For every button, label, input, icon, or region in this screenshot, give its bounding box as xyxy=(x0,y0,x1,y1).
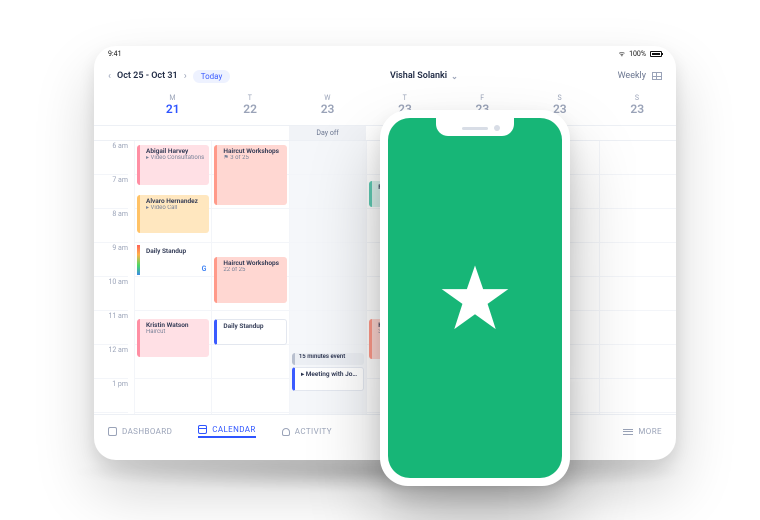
hour-label: 6 am xyxy=(94,141,128,175)
view-grid-icon[interactable] xyxy=(652,72,662,80)
dow-label: S xyxy=(521,94,598,102)
hamburger-icon xyxy=(623,429,633,435)
chevron-down-icon: ⌄ xyxy=(451,72,458,81)
tab-calendar[interactable]: CALENDAR xyxy=(198,425,256,438)
event-class[interactable]: Haircut Workshops 22 of 25 xyxy=(214,257,286,303)
event-meeting[interactable]: ▸ Meeting with Jo… xyxy=(292,367,364,391)
hour-label: 9 am xyxy=(94,243,128,277)
dow-label: W xyxy=(289,94,366,102)
wifi-percent: 100% xyxy=(629,50,646,58)
day-header-mon[interactable]: M 21 xyxy=(134,90,211,125)
day-column-sun[interactable] xyxy=(599,141,676,414)
dow-label: M xyxy=(134,94,211,102)
tab-label: CALENDAR xyxy=(212,425,256,434)
phone-notch xyxy=(436,118,514,136)
next-week-button[interactable]: › xyxy=(184,71,187,82)
day-column-wed[interactable]: 15 minutes event ▸ Meeting with Jo… xyxy=(289,141,366,414)
calendar-icon xyxy=(198,425,207,434)
user-name: Vishal Solanki xyxy=(390,71,447,81)
view-mode-label[interactable]: Weekly xyxy=(618,71,646,81)
tab-label: MORE xyxy=(638,427,662,436)
bell-icon xyxy=(282,428,290,436)
event-google[interactable]: Daily Standup G xyxy=(137,245,209,275)
phone-screen xyxy=(388,118,562,478)
dow-label: T xyxy=(211,94,288,102)
event-title: Daily Standup xyxy=(146,248,205,255)
event-title: Abigail Harvey xyxy=(146,148,205,155)
hour-label: 10 am xyxy=(94,277,128,311)
day-header-tue[interactable]: T 22 xyxy=(211,90,288,125)
event-title: Daily Standup xyxy=(223,323,281,330)
prev-week-button[interactable]: ‹ xyxy=(108,71,111,82)
event-short[interactable]: 15 minutes event xyxy=(292,353,364,365)
event-appointment[interactable]: Kristin Watson Haircut xyxy=(137,319,209,357)
time-gutter: 6 am 7 am 8 am 9 am 10 am 11 am 12 am 1 … xyxy=(94,141,134,414)
day-number: 21 xyxy=(134,102,211,116)
event-title: 15 minutes event xyxy=(299,354,360,361)
event-meta: ⚑ 3 of 25 xyxy=(223,155,282,162)
day-number: 22 xyxy=(211,102,288,116)
day-number: 23 xyxy=(599,102,676,116)
event-title: Haircut Workshops xyxy=(223,148,282,155)
event-meta: ▸ Video Call xyxy=(146,205,205,212)
event-title: Haircut Workshops xyxy=(223,260,282,267)
top-bar: ‹ Oct 25 - Oct 31 › Today Vishal Solanki… xyxy=(94,62,676,90)
day-column-mon[interactable]: Abigail Harvey ▸ Video Consultations Alv… xyxy=(134,141,211,414)
event-class[interactable]: Haircut Workshops ⚑ 3 of 25 xyxy=(214,145,286,205)
event-title: Alvaro Hernandez xyxy=(146,198,205,205)
status-bar: 9:41 ᯤ 100% xyxy=(94,46,676,62)
event-meeting[interactable]: Daily Standup xyxy=(214,319,286,345)
day-header-wed[interactable]: W 23 xyxy=(289,90,366,125)
event-title: ▸ Meeting with Jo… xyxy=(301,371,359,378)
tab-more[interactable]: MORE xyxy=(623,427,662,436)
phone-frame xyxy=(380,110,570,486)
dow-label: S xyxy=(599,94,676,102)
tab-activity[interactable]: ACTIVITY xyxy=(282,427,332,436)
tab-dashboard[interactable]: DASHBOARD xyxy=(108,427,172,436)
hour-label: 1 pm xyxy=(94,379,128,413)
day-number: 23 xyxy=(289,102,366,116)
status-time: 9:41 xyxy=(108,50,122,58)
star-icon xyxy=(438,261,512,335)
hour-label: 11 am xyxy=(94,311,128,345)
event-meta: Haircut xyxy=(146,329,205,336)
date-range-label[interactable]: Oct 25 - Oct 31 xyxy=(117,71,178,81)
event-meta: ▸ Video Consultations xyxy=(146,155,205,162)
day-header-sun[interactable]: S 23 xyxy=(599,90,676,125)
day-column-tue[interactable]: Haircut Workshops ⚑ 3 of 25 Haircut Work… xyxy=(211,141,288,414)
tab-label: DASHBOARD xyxy=(122,427,172,436)
event-meta: 22 of 25 xyxy=(223,267,282,274)
battery-icon xyxy=(650,51,662,57)
tab-label: ACTIVITY xyxy=(295,427,332,436)
dow-label: F xyxy=(444,94,521,102)
dow-label: T xyxy=(366,94,443,102)
today-button[interactable]: Today xyxy=(193,70,231,83)
event-title: Kristin Watson xyxy=(146,322,205,329)
event-appointment[interactable]: Abigail Harvey ▸ Video Consultations xyxy=(137,145,209,185)
event-appointment[interactable]: Alvaro Hernandez ▸ Video Call xyxy=(137,195,209,233)
user-selector[interactable]: Vishal Solanki ⌄ xyxy=(390,71,458,81)
hour-label: 12 am xyxy=(94,345,128,379)
hour-label: 8 am xyxy=(94,209,128,243)
hour-label: 7 am xyxy=(94,175,128,209)
dashboard-icon xyxy=(108,427,117,436)
google-icon: G xyxy=(202,265,207,273)
wifi-icon: ᯤ xyxy=(619,50,625,59)
dayoff-badge: Day off xyxy=(289,126,366,140)
